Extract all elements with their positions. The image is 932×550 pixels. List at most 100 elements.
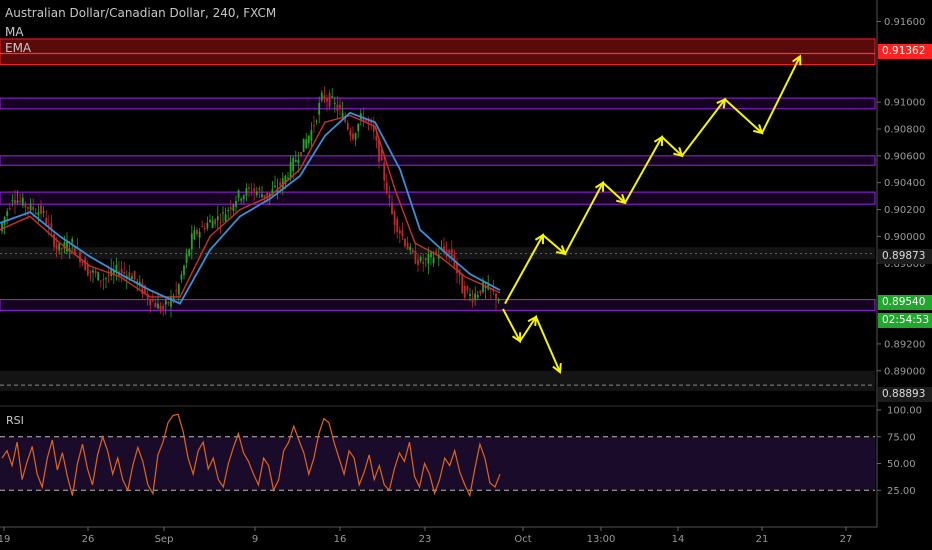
candle-body [263, 194, 266, 198]
candle-body [201, 226, 204, 228]
candle-body [414, 251, 417, 264]
time-tick-label: 19 [0, 534, 10, 545]
candle-body [180, 274, 183, 280]
purple-zone-1 [0, 97, 876, 110]
candle-body [224, 214, 227, 222]
time-tick-label: 23 [419, 534, 432, 545]
candle-body [242, 195, 245, 200]
candle-body [310, 129, 313, 142]
candle-body [495, 293, 497, 301]
price-chart[interactable]: 0.91600 0.91000 0.90800 0.90600 0.90400 0.902… [0, 0, 932, 550]
candle-body [255, 191, 258, 195]
time-tick-label: Oct [514, 534, 531, 545]
candle-body [235, 200, 237, 207]
candle-body [19, 200, 22, 202]
candle-body [497, 300, 500, 302]
candle-body [120, 268, 123, 274]
candle-body [261, 194, 263, 198]
candle-body [214, 219, 217, 225]
time-tick-label: 27 [840, 534, 853, 545]
candle-body [6, 211, 9, 217]
price-tick-label: 0.89000 [884, 366, 925, 377]
upper-level-price-tag: 0.89873 [878, 249, 932, 264]
candle-body [401, 230, 404, 237]
candle-body [47, 224, 50, 226]
candle-body [292, 157, 295, 172]
time-tick-label: 13:00 [587, 534, 616, 545]
time-tick-label: 16 [334, 534, 347, 545]
candle-body [307, 135, 310, 144]
candle-body [193, 230, 196, 240]
rsi-tick-label: 75.00 [887, 432, 916, 443]
candle-body [466, 286, 469, 291]
candle-body [326, 98, 328, 102]
candle-body [92, 270, 94, 273]
candle-body [154, 302, 157, 308]
rsi-label[interactable]: RSI [6, 414, 24, 427]
rsi-band [0, 436, 875, 491]
purple-zone-3 [0, 191, 876, 205]
candle-body [66, 242, 68, 252]
ema-indicator-label[interactable]: EMA [5, 41, 31, 55]
candle-body [177, 284, 180, 295]
candle-body [396, 218, 399, 232]
candle-body [29, 203, 32, 211]
ma-indicator-label[interactable]: MA [5, 25, 24, 39]
candle-body [432, 257, 435, 264]
candle-body [388, 194, 391, 198]
current-price-tag: 0.89540 [878, 295, 932, 310]
candle-body [55, 244, 58, 250]
rsi-tick-label: 50.00 [887, 459, 916, 470]
candle-body [164, 300, 167, 305]
candle-body [162, 305, 165, 310]
candle-body [417, 259, 419, 265]
candle-body [375, 135, 378, 141]
candle-body [21, 197, 24, 206]
price-tick-label: 0.90800 [884, 124, 925, 135]
candle-body [461, 275, 464, 294]
candle-body [203, 228, 206, 230]
candle-body [333, 102, 336, 104]
candle-body [352, 133, 354, 140]
candle-body [32, 206, 35, 211]
candle-body [331, 96, 334, 98]
candle-body [250, 191, 253, 193]
candle-body [99, 280, 102, 282]
candle-body [450, 249, 453, 258]
candle-body [86, 264, 89, 276]
candle-body [328, 93, 331, 107]
price-tick-label: 0.90000 [884, 232, 925, 243]
candle-body [123, 271, 126, 274]
candle-body [258, 187, 261, 191]
candle-body [430, 252, 432, 258]
price-tick-label: 0.89200 [884, 339, 925, 350]
candle-body [346, 122, 349, 130]
candle-body [482, 282, 484, 293]
candle-body [463, 285, 466, 298]
candle-body [406, 242, 409, 250]
candle-body [131, 276, 133, 280]
candle-body [229, 207, 232, 210]
candle-body [383, 162, 386, 181]
candle-body [372, 126, 375, 132]
candle-body [24, 203, 27, 208]
time-tick-label: 14 [672, 534, 685, 545]
candle-body [476, 294, 479, 298]
candle-body [237, 190, 240, 198]
candle-body [248, 187, 250, 189]
candle-body [216, 216, 219, 221]
candle-body [27, 207, 29, 209]
grey-zone-2 [0, 370, 875, 391]
candle-body [183, 265, 185, 276]
candle-body [185, 254, 188, 263]
candle-body [14, 200, 16, 204]
candle-body [175, 290, 178, 292]
candle-body [469, 293, 471, 297]
candle-body [315, 120, 318, 122]
candle-body [302, 138, 305, 152]
candle-body [232, 204, 235, 211]
candle-body [190, 233, 193, 250]
candle-body [58, 243, 61, 251]
candle-body [40, 205, 42, 214]
candle-body [60, 248, 63, 250]
